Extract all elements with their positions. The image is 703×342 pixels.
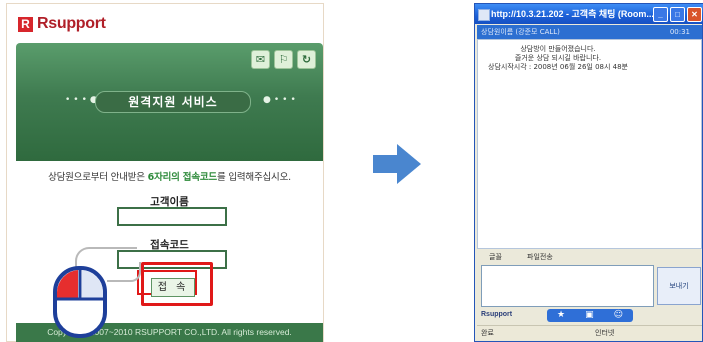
connect-button[interactable]: 접 속 <box>151 278 195 297</box>
instruction-suffix: 를 입력해주십시오. <box>216 172 291 183</box>
font-button[interactable]: 글꼴 <box>489 250 502 264</box>
brand-bar: Rsupport ★ ▣ ☺ <box>477 307 702 324</box>
chat-message: 상담시작시각 : 2008년 06월 26일 08시 48분 <box>488 63 628 71</box>
elapsed-time: 00:31 <box>669 28 690 36</box>
screen-icon[interactable]: ▣ <box>585 309 594 322</box>
mouse-cable-end <box>107 262 141 282</box>
window-title: http://10.3.21.202 - 고객측 채팅 (Room... <box>491 9 654 19</box>
maximize-button[interactable]: □ <box>670 7 685 22</box>
instruction-prefix: 상담원으로부터 안내받은 <box>48 172 148 183</box>
mouse-click-icon <box>53 266 107 338</box>
close-button[interactable]: ✕ <box>687 7 702 22</box>
logo-text: Rsupport <box>37 15 106 32</box>
star-icon[interactable]: ★ <box>557 309 565 322</box>
refresh-icon[interactable]: ↻ <box>297 50 316 69</box>
agent-name: 상담원이름 (강준모 CALL) <box>481 28 560 36</box>
chat-message: 상담방이 만들어졌습니다. <box>520 45 596 53</box>
person-icon[interactable]: ☺ <box>614 309 623 322</box>
chat-toolbar: 글꼴 파일전송 <box>477 250 702 264</box>
rsupport-logo: R Rsupport <box>18 15 106 33</box>
customer-name-input[interactable] <box>117 207 227 226</box>
status-done: 완료 <box>481 329 494 337</box>
instruction-text: 상담원으로부터 안내받은 6자리의 접속코드를 입력해주십시오. <box>16 169 323 183</box>
header-tools: ✉ ⚐ ↻ <box>251 50 316 69</box>
window-titlebar[interactable]: http://10.3.21.202 - 고객측 채팅 (Room... _ □… <box>475 4 703 24</box>
message-input[interactable] <box>481 265 654 307</box>
arrow-right-icon <box>373 144 421 184</box>
window-controls: _ □ ✕ <box>653 7 702 22</box>
status-zone: 인터넷 <box>595 329 615 337</box>
file-transfer-button[interactable]: 파일전송 <box>527 250 553 264</box>
user-icon[interactable]: ⚐ <box>274 50 293 69</box>
chat-message: 즐거운 상담 되시길 바랍니다. <box>514 54 602 62</box>
instruction-highlight: 6자리의 접속코드 <box>147 172 218 183</box>
service-header: ✉ ⚐ ↻ •••● 원격지원 서비스 ●••• <box>16 43 323 161</box>
send-button[interactable]: 보내기 <box>657 267 701 305</box>
chat-window: http://10.3.21.202 - 고객측 채팅 (Room... _ □… <box>474 3 703 342</box>
decor-dots-right: ●••• <box>263 95 299 105</box>
remote-support-panel: R Rsupport ✉ ⚐ ↻ •••● 원격지원 서비스 ●••• 상담원으… <box>3 0 324 342</box>
logo-mark: R <box>18 16 33 32</box>
chat-icon[interactable]: ✉ <box>251 50 270 69</box>
status-bar: 완료 인터넷 <box>477 325 702 340</box>
ie-icon <box>478 9 490 21</box>
service-title: 원격지원 서비스 <box>95 91 251 113</box>
chat-log[interactable]: 상담방이 만들어졌습니다. 즐거운 상담 되시길 바랍니다. 상담시작시각 : … <box>477 39 702 249</box>
action-icons: ★ ▣ ☺ <box>547 309 633 322</box>
minimize-button[interactable]: _ <box>653 7 668 22</box>
brand-label: Rsupport <box>481 311 513 318</box>
chat-header: 상담원이름 (강준모 CALL) 00:31 <box>477 25 702 39</box>
